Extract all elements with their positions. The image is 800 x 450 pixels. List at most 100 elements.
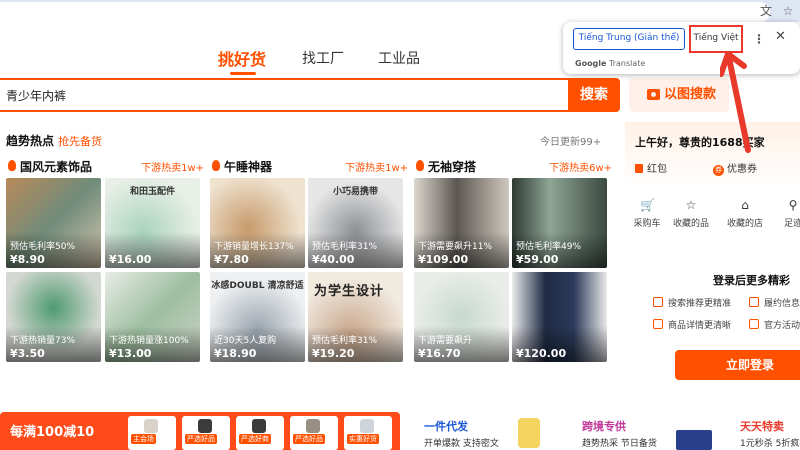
product-tag: 下游需要飙升 [418,336,473,346]
product-price: ¥3.50 [10,347,45,360]
login-button[interactable]: 立即登录 [675,350,800,380]
quicklink-cart[interactable]: 🛒 采购车 [625,198,669,229]
search-box [0,78,570,112]
target-language-button[interactable]: Tiếng Việt [689,25,743,53]
image-search-label: 以图搜款 [664,87,717,102]
promo-card-label: 严选好商 [239,434,271,444]
product-tile[interactable]: 下游需要飙升11% ¥109.00 [414,178,509,268]
section-crossborder[interactable]: 跨境专供 趋势热采 节日备货 [568,412,718,450]
product-tag: 下游需要飙升11% [418,242,493,252]
fire-icon [212,160,220,171]
product-tag: 预估毛利率50% [10,242,76,252]
promo-card[interactable]: 严选好商 [236,416,284,450]
product-tag: 预估毛利率31% [312,242,378,252]
category-header[interactable]: 无袖穿搭 下游热卖6w+ [416,158,612,174]
product-tile[interactable]: ¥120.00 [512,272,607,362]
promo-card-label: 严选好品 [185,434,217,444]
benefit-item: 履约信息 [749,296,800,309]
product-tile[interactable]: 预估毛利率49% ¥59.00 [512,178,607,268]
active-tab-indicator [230,72,256,75]
promo-banner[interactable]: 每满100减10 主会场 严选好品 严选好商 严选好品 实惠好货 [0,412,400,450]
star-outline-icon: ☆ [685,198,697,212]
translate-popup: Tiếng Trung (Giản thể) Tiếng Việt ⋮ ✕ Go… [563,22,800,74]
section-daily-deals[interactable]: 天天特卖 1元秒杀 5折疯抢 [726,412,800,450]
section-dropship[interactable]: 一件代发 开单爆款 支持密文 [410,412,540,450]
quicklink-label: 收藏的品 [672,219,709,229]
quicklink-label: 足迹 [783,219,800,229]
category-hot: 下游热卖6w+ [549,163,612,174]
category-hot: 下游热卖1w+ [141,163,204,174]
section-sub: 趋势热采 节日备货 [582,439,657,449]
product-overlay: 为学生设计 [314,284,385,299]
product-tile[interactable]: 和田玉配件 ¥16.00 [105,178,200,268]
trend-subtitle: 抢先备货 [58,135,102,148]
more-options-icon[interactable]: ⋮ [753,32,765,46]
product-tile[interactable]: 下游热销量涨100% ¥13.00 [105,272,200,362]
promo-card[interactable]: 实惠好货 [344,416,392,450]
product-price: ¥13.00 [109,347,152,360]
tab-find-factory[interactable]: 找工厂 [302,48,344,68]
product-overlay: 小巧易携带 [332,187,378,197]
category-header[interactable]: 午睡神器 下游热卖1w+ [212,158,408,174]
fire-icon [8,160,16,171]
quicklink-label: 采购车 [633,219,661,229]
image-search-button[interactable]: 以图搜款 [629,78,729,112]
browser-toolbar: 文 ☆ [0,0,800,22]
product-price: ¥40.00 [312,253,355,266]
benefit-item: 搜索推荐更精准 [653,296,731,309]
search-button[interactable]: 搜索 [568,78,620,112]
category-name: 午睡神器 [224,160,273,174]
category-header[interactable]: 国风元素饰品 下游热卖1w+ [8,158,204,174]
product-tile[interactable]: 下游热销量73% ¥3.50 [6,272,101,362]
product-tile[interactable]: 下游需要飙升 ¥16.70 [414,272,509,362]
shop-icon: ⌂ [741,198,749,212]
red-arrow-annotation [720,51,751,153]
camera-icon [647,89,660,100]
product-tag: 预估毛利率49% [516,242,582,252]
search-input[interactable] [6,80,546,110]
product-tile[interactable]: 为学生设计 预估毛利率31% ¥19.20 [308,272,403,362]
dress-image [518,418,540,448]
close-icon[interactable]: ✕ [775,29,786,44]
product-price: ¥8.90 [10,253,45,266]
product-tile[interactable]: 冰感DOUBL 清凉舒适 近30天5人复购 ¥18.90 [210,272,305,362]
product-tile[interactable]: 下游销量增长137% ¥7.80 [210,178,305,268]
category-name: 国风元素饰品 [20,160,93,174]
translate-brand: Google Translate [575,59,646,68]
section-sub: 开单爆款 支持密文 [424,439,499,449]
address-bar[interactable] [0,2,770,22]
quicklink-fav-shops[interactable]: ⌂ 收藏的店 [723,198,767,229]
promo-card-label: 主会场 [131,434,156,444]
category-name: 无袖穿搭 [428,160,477,174]
trend-updated[interactable]: 今日更新99+ [540,133,601,148]
promo-card[interactable]: 严选好品 [290,416,338,450]
product-price: ¥16.70 [418,347,461,360]
trend-panel: 趋势热点 抢先备货 今日更新99+ 国风元素饰品 下游热卖1w+ 预估毛利率50… [0,122,612,390]
product-tile[interactable]: 小巧易携带 预估毛利率31% ¥40.00 [308,178,403,268]
quicklink-footprint[interactable]: ⚲ 足迹 [771,198,800,229]
promo-card-label: 严选好品 [293,434,325,444]
product-tag: 下游热销量涨100% [109,336,189,346]
star-icon[interactable]: ☆ [780,3,796,19]
promo-card-label: 实惠好货 [347,434,379,444]
login-more-title: 登录后更多精彩 [713,274,790,287]
product-price: ¥59.00 [516,253,559,266]
product-price: ¥16.00 [109,253,152,266]
tab-pick-goods[interactable]: 挑好货 [218,46,266,70]
translate-icon[interactable]: 文 [758,3,774,19]
source-language-button[interactable]: Tiếng Trung (Giản thể) [573,28,685,50]
section-sub: 1元秒杀 5折疯抢 [740,439,800,449]
coupon-link[interactable]: 优惠券 [713,160,757,176]
promo-card[interactable]: 严选好品 [182,416,230,450]
product-price: ¥19.20 [312,347,355,360]
product-tag: 近30天5人复购 [214,336,277,346]
promo-card[interactable]: 主会场 [128,416,176,450]
hongbao-link[interactable]: 红包 [635,160,667,175]
tab-industrial[interactable]: 工业品 [378,48,420,68]
promo-text: 每满100减10 [10,425,95,440]
product-price: ¥120.00 [516,347,567,360]
product-tile[interactable]: 预估毛利率50% ¥8.90 [6,178,101,268]
fire-icon [416,160,424,171]
product-tag: 下游销量增长137% [214,242,294,252]
quicklink-fav-items[interactable]: ☆ 收藏的品 [669,198,713,229]
